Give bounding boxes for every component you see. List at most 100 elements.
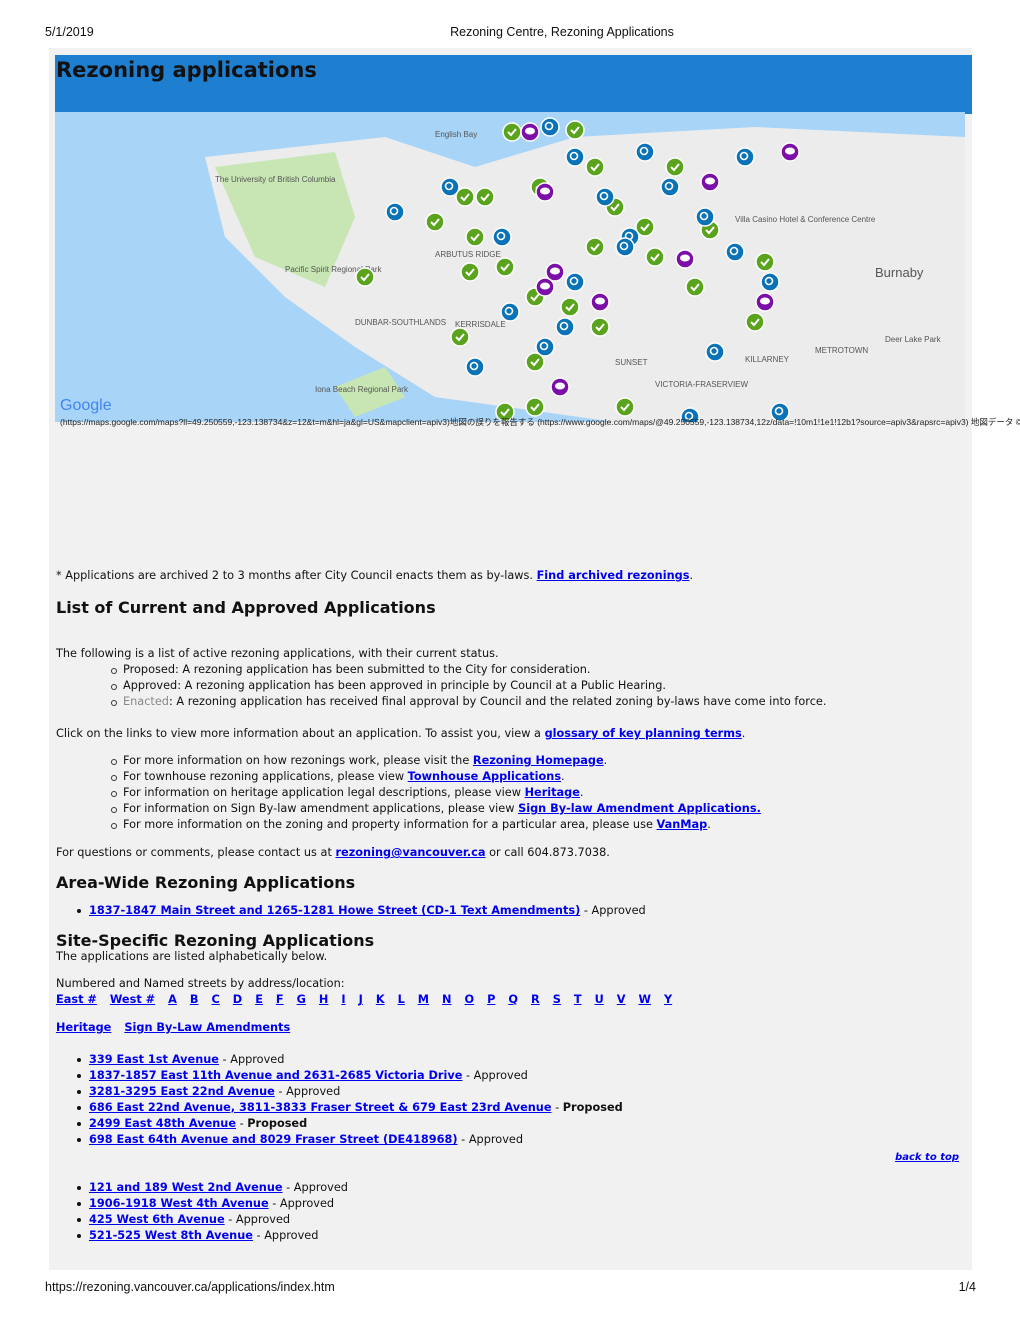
application-link[interactable]: 698 East 64th Avenue and 8029 Fraser Str…: [89, 1133, 458, 1146]
application-link[interactable]: 1837-1847 Main Street and 1265-1281 Howe…: [89, 904, 580, 917]
approved-marker[interactable]: [425, 212, 445, 232]
approved-marker[interactable]: [590, 317, 610, 337]
status-list: Proposed: A rezoning application has bee…: [56, 662, 961, 710]
search-marker[interactable]: [725, 242, 745, 262]
application-item: 339 East 1st Avenue - Approved: [56, 1052, 961, 1068]
approved-marker[interactable]: [495, 257, 515, 277]
area-list: 1837-1847 Main Street and 1265-1281 Howe…: [56, 903, 961, 919]
back-to-top-link[interactable]: back to top: [895, 1152, 959, 1163]
letter-link[interactable]: East #: [56, 993, 97, 1006]
letter-link[interactable]: Y: [664, 993, 672, 1006]
letter-link[interactable]: J: [359, 993, 363, 1006]
letter-link[interactable]: E: [255, 993, 263, 1006]
search-marker[interactable]: [565, 147, 585, 167]
letter-link[interactable]: B: [190, 993, 199, 1006]
search-marker[interactable]: [385, 202, 405, 222]
index-link[interactable]: Sign By-Law Amendments: [124, 1021, 290, 1034]
site-heading: Site-Specific Rezoning Applications: [56, 931, 375, 950]
approved-marker[interactable]: [502, 122, 522, 142]
approved-marker[interactable]: [460, 262, 480, 282]
letter-link[interactable]: K: [376, 993, 385, 1006]
map-canvas[interactable]: English BayBurnabyPacific Spirit Regiona…: [55, 97, 965, 422]
letter-link[interactable]: N: [442, 993, 451, 1006]
glossary-link[interactable]: glossary of key planning terms: [545, 727, 742, 740]
letter-link[interactable]: W: [639, 993, 651, 1006]
letter-link[interactable]: C: [212, 993, 220, 1006]
speech-bubble-icon: [550, 267, 560, 275]
search-marker[interactable]: [465, 357, 485, 377]
search-marker[interactable]: [705, 342, 725, 362]
search-marker[interactable]: [565, 272, 585, 292]
info-link[interactable]: Townhouse Applications: [408, 770, 561, 783]
letter-link[interactable]: West #: [110, 993, 155, 1006]
search-marker[interactable]: [760, 272, 780, 292]
application-link[interactable]: 1837-1857 East 11th Avenue and 2631-2685…: [89, 1069, 462, 1082]
approved-marker[interactable]: [755, 252, 775, 272]
application-link[interactable]: 3281-3295 East 22nd Avenue: [89, 1085, 275, 1098]
letter-link[interactable]: G: [297, 993, 306, 1006]
letter-link[interactable]: Q: [508, 993, 518, 1006]
letter-link[interactable]: L: [398, 993, 405, 1006]
letter-link[interactable]: O: [465, 993, 475, 1006]
approved-marker[interactable]: [665, 157, 685, 177]
approved-marker[interactable]: [685, 277, 705, 297]
approved-marker[interactable]: [450, 327, 470, 347]
approved-marker[interactable]: [465, 227, 485, 247]
speech-bubble-icon: [525, 127, 535, 135]
search-marker[interactable]: [615, 237, 635, 257]
info-link[interactable]: Rezoning Homepage: [473, 754, 604, 767]
search-marker[interactable]: [535, 337, 555, 357]
letter-link[interactable]: H: [319, 993, 328, 1006]
map-label: Villa Casino Hotel & Conference Centre: [735, 215, 876, 224]
letter-link[interactable]: D: [233, 993, 242, 1006]
search-marker[interactable]: [440, 177, 460, 197]
info-text: For more information on the zoning and p…: [123, 818, 657, 831]
search-marker[interactable]: [492, 227, 512, 247]
application-status: - Approved: [580, 904, 646, 917]
archived-rezonings-link[interactable]: Find archived rezonings: [537, 569, 690, 582]
map-attribution[interactable]: (https://maps.google.com/maps?ll=49.2505…: [60, 416, 1020, 428]
application-link[interactable]: 2499 East 48th Avenue: [89, 1117, 236, 1130]
approved-marker[interactable]: [645, 247, 665, 267]
approved-marker[interactable]: [355, 267, 375, 287]
approved-marker[interactable]: [565, 120, 585, 140]
approved-marker[interactable]: [745, 312, 765, 332]
search-marker[interactable]: [540, 117, 560, 137]
letter-link[interactable]: M: [418, 993, 429, 1006]
letter-link[interactable]: T: [574, 993, 582, 1006]
letter-link[interactable]: S: [553, 993, 561, 1006]
search-marker[interactable]: [500, 302, 520, 322]
application-link[interactable]: 121 and 189 West 2nd Avenue: [89, 1181, 283, 1194]
search-marker[interactable]: [735, 147, 755, 167]
index-link[interactable]: Heritage: [56, 1021, 111, 1034]
application-link[interactable]: 1906-1918 West 4th Avenue: [89, 1197, 269, 1210]
approved-marker[interactable]: [560, 297, 580, 317]
letter-link[interactable]: F: [276, 993, 284, 1006]
application-link[interactable]: 521-525 West 8th Avenue: [89, 1229, 253, 1242]
search-marker[interactable]: [695, 207, 715, 227]
application-link[interactable]: 339 East 1st Avenue: [89, 1053, 219, 1066]
approved-marker[interactable]: [475, 187, 495, 207]
approved-marker[interactable]: [585, 157, 605, 177]
letter-link[interactable]: P: [487, 993, 495, 1006]
search-marker[interactable]: [635, 142, 655, 162]
info-link[interactable]: Sign By-law Amendment Applications.: [518, 802, 761, 815]
rezoning-map[interactable]: English Bay Burnaby Pacific Spirit Regiona…: [55, 97, 965, 422]
info-link[interactable]: Heritage: [525, 786, 580, 799]
status-label: Proposed: [123, 663, 176, 676]
info-link[interactable]: VanMap: [657, 818, 708, 831]
approved-marker[interactable]: [615, 397, 635, 417]
application-link[interactable]: 686 East 22nd Avenue, 3811-3833 Fraser S…: [89, 1101, 552, 1114]
search-marker[interactable]: [555, 317, 575, 337]
approved-marker[interactable]: [585, 237, 605, 257]
letter-link[interactable]: I: [341, 993, 345, 1006]
application-link[interactable]: 425 West 6th Avenue: [89, 1213, 225, 1226]
search-marker[interactable]: [595, 187, 615, 207]
letter-link[interactable]: A: [168, 993, 177, 1006]
approved-marker[interactable]: [525, 397, 545, 417]
search-marker[interactable]: [660, 177, 680, 197]
email-link[interactable]: rezoning@vancouver.ca: [335, 846, 485, 859]
letter-link[interactable]: V: [617, 993, 626, 1006]
letter-link[interactable]: U: [595, 993, 604, 1006]
letter-link[interactable]: R: [531, 993, 540, 1006]
